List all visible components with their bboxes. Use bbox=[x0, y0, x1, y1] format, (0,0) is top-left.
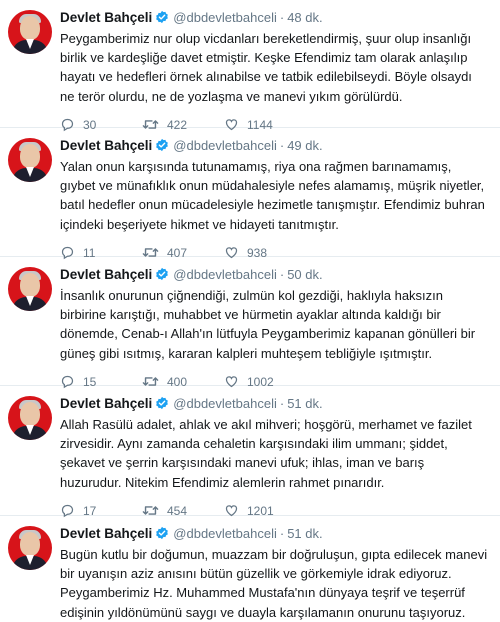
tweet-text: İnsanlık onurunun çiğnendiği, zulmün kol… bbox=[60, 288, 476, 361]
author-handle[interactable]: @dbdevletbahceli bbox=[173, 10, 277, 25]
avatar[interactable] bbox=[8, 10, 52, 54]
tweet-header: Devlet Bahçeli @dbdevletbahceli · 51 dk. bbox=[60, 524, 490, 542]
tweet-header: Devlet Bahçeli @dbdevletbahceli · 49 dk. bbox=[60, 136, 490, 154]
verified-badge-icon bbox=[155, 267, 169, 281]
tweet[interactable]: Devlet Bahçeli @dbdevletbahceli · 48 dk.… bbox=[0, 0, 500, 132]
separator-dot: · bbox=[279, 9, 285, 25]
author-handle[interactable]: @dbdevletbahceli bbox=[173, 138, 277, 153]
tweet-header: Devlet Bahçeli @dbdevletbahceli · 48 dk. bbox=[60, 8, 490, 26]
author-name[interactable]: Devlet Bahçeli bbox=[60, 10, 152, 25]
tweet-timestamp[interactable]: 49 dk. bbox=[287, 138, 322, 153]
verified-badge-icon bbox=[155, 10, 169, 24]
tweet-feed: Devlet Bahçeli @dbdevletbahceli · 48 dk.… bbox=[0, 0, 500, 620]
verified-badge-icon bbox=[155, 138, 169, 152]
tweet-timestamp[interactable]: 51 dk. bbox=[287, 526, 322, 541]
avatar[interactable] bbox=[8, 267, 52, 311]
separator-dot: · bbox=[279, 266, 285, 282]
tweet-header: Devlet Bahçeli @dbdevletbahceli · 51 dk. bbox=[60, 394, 490, 412]
avatar[interactable] bbox=[8, 396, 52, 440]
author-name[interactable]: Devlet Bahçeli bbox=[60, 138, 152, 153]
verified-badge-icon bbox=[155, 526, 169, 540]
author-handle[interactable]: @dbdevletbahceli bbox=[173, 396, 277, 411]
author-name[interactable]: Devlet Bahçeli bbox=[60, 526, 152, 541]
tweet-text: Peygamberimiz nur olup vicdanları bereke… bbox=[60, 31, 472, 104]
tweet-text: Yalan onun karşısında tutunamamış, riya … bbox=[60, 159, 485, 232]
separator-dot: · bbox=[279, 525, 285, 541]
tweet-text: Bugün kutlu bir doğumun, muazzam bir doğ… bbox=[60, 547, 488, 620]
tweet-timestamp[interactable]: 48 dk. bbox=[287, 10, 322, 25]
tweet-text: Allah Rasülü adalet, ahlak ve akıl mihve… bbox=[60, 417, 472, 490]
tweet[interactable]: Devlet Bahçeli @dbdevletbahceli · 51 dk.… bbox=[0, 386, 500, 518]
verified-badge-icon bbox=[155, 396, 169, 410]
author-name[interactable]: Devlet Bahçeli bbox=[60, 267, 152, 282]
tweet-header: Devlet Bahçeli @dbdevletbahceli · 50 dk. bbox=[60, 265, 490, 283]
separator-dot: · bbox=[279, 137, 285, 153]
avatar[interactable] bbox=[8, 138, 52, 182]
author-name[interactable]: Devlet Bahçeli bbox=[60, 396, 152, 411]
avatar[interactable] bbox=[8, 526, 52, 570]
tweet[interactable]: Devlet Bahçeli @dbdevletbahceli · 50 dk.… bbox=[0, 257, 500, 389]
tweet[interactable]: Devlet Bahçeli @dbdevletbahceli · 49 dk.… bbox=[0, 128, 500, 260]
author-handle[interactable]: @dbdevletbahceli bbox=[173, 267, 277, 282]
tweet-timestamp[interactable]: 51 dk. bbox=[287, 396, 322, 411]
author-handle[interactable]: @dbdevletbahceli bbox=[173, 526, 277, 541]
tweet[interactable]: Devlet Bahçeli @dbdevletbahceli · 51 dk.… bbox=[0, 516, 500, 620]
separator-dot: · bbox=[279, 395, 285, 411]
tweet-timestamp[interactable]: 50 dk. bbox=[287, 267, 322, 282]
